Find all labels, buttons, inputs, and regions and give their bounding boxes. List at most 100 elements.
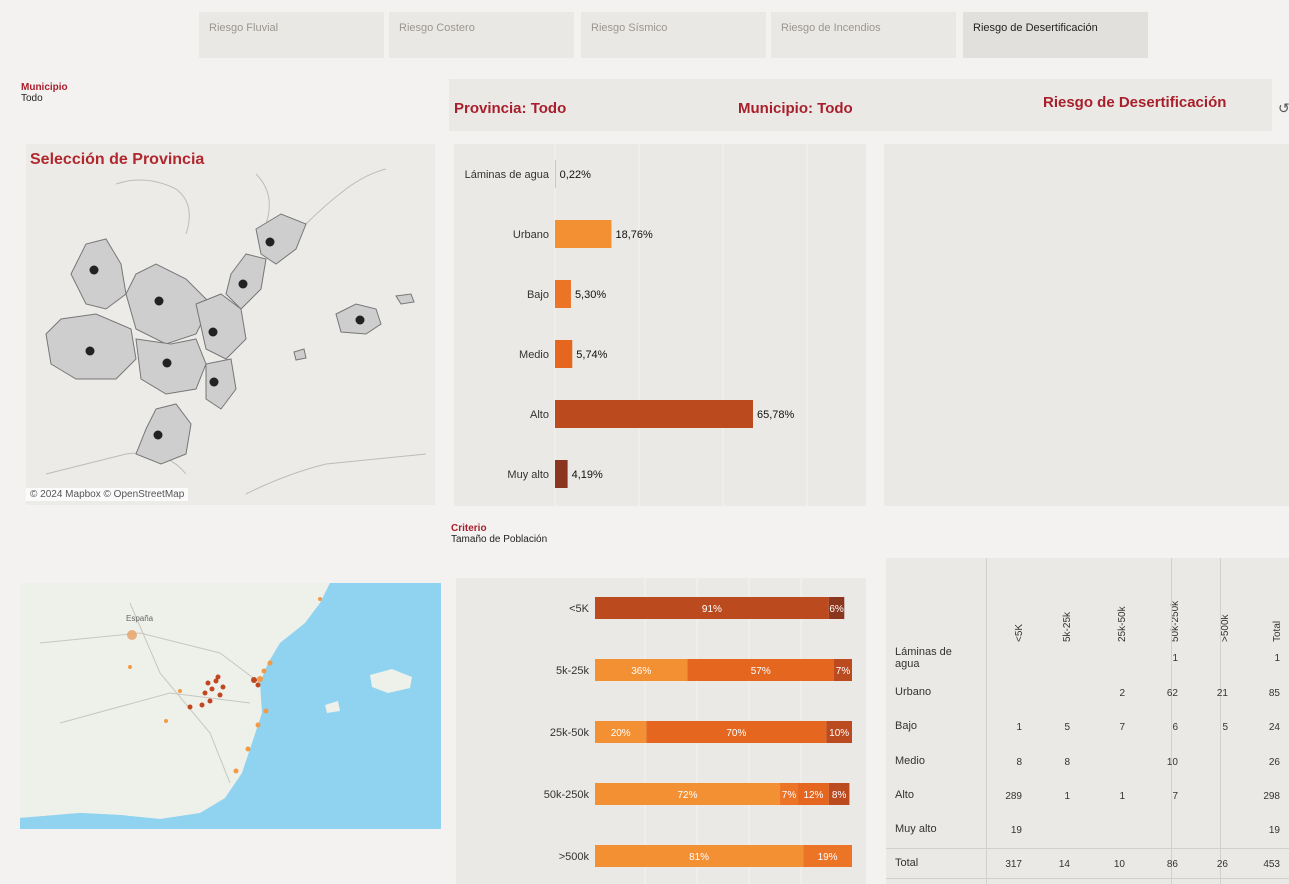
table-cell: 26	[1268, 757, 1280, 768]
municipality-point[interactable]	[178, 689, 182, 693]
table-cell: 6	[1172, 722, 1178, 733]
table-cell: 86	[1166, 859, 1178, 870]
province-marker[interactable]	[355, 315, 365, 325]
municipality-point[interactable]	[215, 674, 221, 680]
municipality-point[interactable]	[220, 684, 226, 690]
municipality-point[interactable]	[128, 665, 132, 669]
province-shape[interactable]	[45, 313, 137, 380]
table-cell: 10	[1166, 757, 1178, 768]
category-label: Bajo	[527, 289, 549, 301]
municipality-point[interactable]	[199, 702, 205, 708]
municipality-map-svg[interactable]: España	[20, 583, 441, 829]
municipality-point[interactable]	[251, 677, 257, 683]
segment-label: 12%	[803, 790, 823, 801]
segment-label: 91%	[702, 604, 722, 615]
municipality-point[interactable]	[255, 722, 261, 728]
municipality-point[interactable]	[245, 746, 251, 752]
municipality-map[interactable]: España	[20, 583, 441, 829]
province-marker[interactable]	[162, 358, 172, 368]
land-shape	[20, 583, 330, 819]
table-cell: 1	[1016, 722, 1022, 733]
municipality-point[interactable]	[202, 690, 208, 696]
category-label: <5K	[569, 603, 590, 615]
province-shape[interactable]	[70, 238, 127, 310]
table-cell: 2	[1119, 688, 1125, 699]
province-marker[interactable]	[85, 346, 95, 356]
municipality-point[interactable]	[209, 686, 215, 692]
province-marker[interactable]	[208, 327, 218, 337]
province-marker[interactable]	[238, 279, 248, 289]
island-shape	[325, 701, 340, 713]
table-cell: 7	[1172, 791, 1178, 802]
municipio-filter-value[interactable]: Todo	[21, 93, 68, 104]
municipality-point[interactable]	[267, 660, 273, 666]
municipality-point[interactable]	[318, 597, 322, 601]
municipality-point[interactable]	[205, 680, 211, 686]
category-label: 5k-25k	[556, 665, 590, 677]
island-shape[interactable]	[395, 293, 415, 305]
table-cell: 1	[1064, 791, 1070, 802]
province-shape[interactable]	[135, 403, 192, 465]
category-label: >500k	[559, 851, 590, 863]
municipality-point[interactable]	[261, 668, 267, 674]
table-cell: 298	[1263, 791, 1280, 802]
column-header: 25k-50k	[1117, 606, 1128, 642]
header-provincia: Provincia: Todo	[454, 100, 567, 117]
map-coast-line	[305, 168, 387, 225]
table-cell: 8	[1064, 757, 1070, 768]
table-cell: 317	[1005, 859, 1022, 870]
segment-label: 19%	[818, 852, 838, 863]
refresh-icon[interactable]: ↺	[1278, 100, 1289, 117]
table-cell: 19	[1010, 825, 1022, 836]
province-marker[interactable]	[154, 296, 164, 306]
municipality-point[interactable]	[187, 704, 193, 710]
segment-label: 36%	[631, 666, 651, 677]
municipality-point[interactable]	[207, 698, 213, 704]
tab-riesgo-incendios[interactable]: Riesgo de Incendios	[771, 12, 956, 58]
tab-riesgo-fluvial[interactable]: Riesgo Fluvial	[199, 12, 384, 58]
province-map[interactable]	[26, 144, 435, 505]
criterio-filter[interactable]: Criterio Tamaño de Población	[451, 523, 547, 545]
column-divider	[1171, 558, 1172, 884]
category-label: Medio	[519, 349, 549, 361]
municipality-point[interactable]	[263, 708, 269, 714]
table-cell: 19	[1268, 825, 1280, 836]
risk-bar-chart: Láminas de agua 0,22% Urbano 18,76% Bajo 5,30…	[454, 144, 866, 506]
table-cell: 5	[1064, 722, 1070, 733]
municipality-point[interactable]	[217, 692, 223, 698]
table-cell: 8	[1016, 757, 1022, 768]
column-header: <5K	[1014, 623, 1025, 642]
value-label: 65,78%	[757, 409, 795, 421]
province-shape[interactable]	[255, 213, 307, 265]
bar	[555, 460, 568, 488]
column-header: Total	[1272, 620, 1283, 642]
province-marker[interactable]	[153, 430, 163, 440]
province-marker[interactable]	[209, 377, 219, 387]
tab-riesgo-costero[interactable]: Riesgo Costero	[389, 12, 574, 58]
municipio-filter-title: Municipio	[21, 82, 68, 93]
municipality-point[interactable]	[233, 768, 239, 774]
island-shape[interactable]	[293, 348, 307, 361]
value-label: 4,19%	[572, 469, 603, 481]
municipality-point[interactable]	[164, 719, 168, 723]
segment-label: 72%	[678, 790, 698, 801]
province-marker[interactable]	[89, 265, 99, 275]
map-border-line	[115, 179, 190, 235]
table-cell: 289	[1005, 791, 1022, 802]
header-riesgo: Riesgo de Desertificación	[1043, 94, 1227, 111]
province-marker[interactable]	[265, 237, 275, 247]
category-label: Urbano	[513, 229, 549, 241]
map-coast-line	[245, 453, 427, 495]
table-cell: 10	[1113, 859, 1125, 870]
municipality-point[interactable]	[257, 676, 263, 682]
column-header: 5k-25k	[1062, 611, 1073, 642]
province-shape[interactable]	[135, 338, 207, 395]
criterio-filter-value[interactable]: Tamaño de Población	[451, 534, 547, 545]
municipio-filter[interactable]: Municipio Todo	[21, 82, 68, 104]
province-map-svg[interactable]	[26, 144, 435, 505]
bar	[555, 160, 556, 188]
tab-riesgo-desertificacion[interactable]: Riesgo de Desertificación	[963, 12, 1148, 58]
municipality-point[interactable]	[255, 682, 261, 688]
tab-riesgo-sismico[interactable]: Riesgo Sísmico	[581, 12, 766, 58]
map-attribution[interactable]: © 2024 Mapbox © OpenStreetMap	[26, 488, 189, 501]
